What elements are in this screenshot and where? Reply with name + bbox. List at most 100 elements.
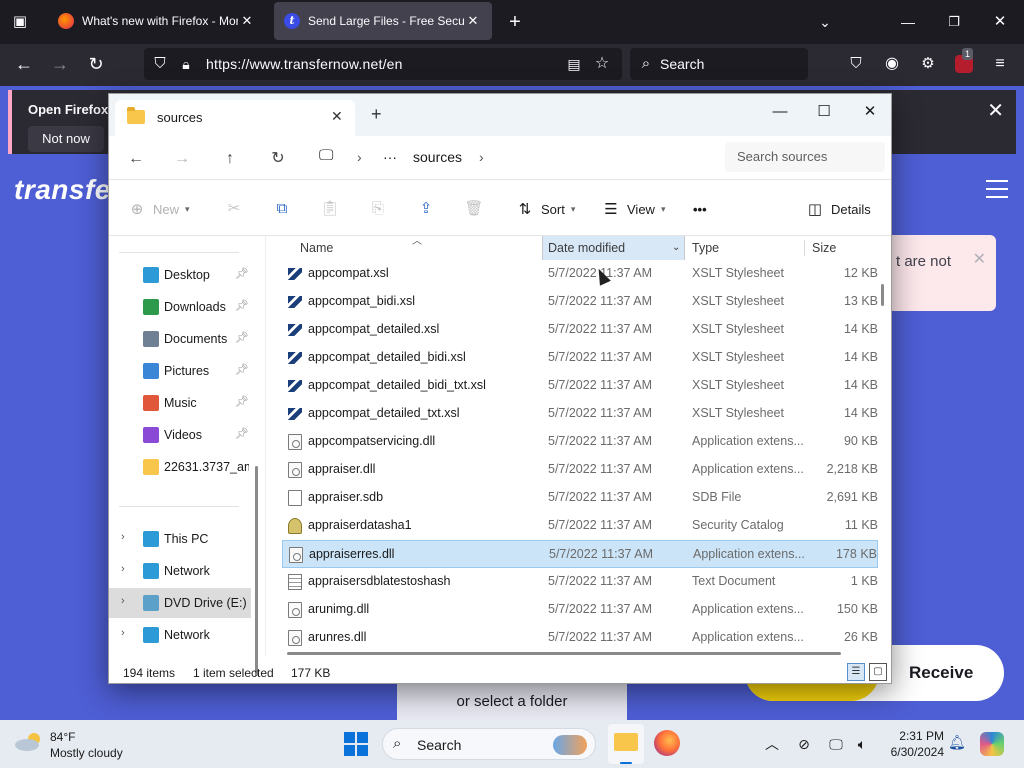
nav-item-document[interactable]: Documents 📌︎: [109, 324, 251, 354]
nav-item-video[interactable]: Videos 📌︎: [109, 420, 251, 450]
view-button[interactable]: ☰ View ▾: [601, 198, 665, 220]
up-arrow-icon[interactable]: ↑: [219, 148, 241, 170]
file-row[interactable]: appcompat.xsl 5/7/2022 11:37 AM XSLT Style…: [282, 260, 878, 288]
shield-icon[interactable]: ⛉: [148, 52, 172, 76]
share-icon[interactable]: ⇪: [415, 198, 437, 220]
notification-bell-icon[interactable]: 🔔︎: [948, 734, 966, 751]
show-hidden-icons-chevron-icon[interactable]: ︿: [762, 734, 782, 754]
receive-toggle-option[interactable]: Receive: [909, 663, 973, 683]
details-pane-button[interactable]: ◫ Details: [805, 198, 871, 220]
column-header-size[interactable]: Size: [812, 241, 836, 255]
forward-arrow-icon[interactable]: →: [171, 148, 193, 170]
explorer-maximize-button[interactable]: ☐: [809, 100, 839, 124]
delete-icon[interactable]: 🗑︎: [463, 198, 485, 220]
explorer-minimize-button[interactable]: —: [765, 100, 795, 124]
new-button[interactable]: ⊕ New ▾: [127, 198, 190, 220]
close-tab-icon[interactable]: ✕: [238, 13, 256, 29]
breadcrumb-chevron-icon[interactable]: ›: [479, 149, 484, 165]
account-icon[interactable]: ◉: [880, 52, 904, 76]
forward-arrow-icon[interactable]: →: [48, 52, 72, 76]
this-pc-icon[interactable]: 🖵︎: [319, 147, 333, 164]
nav-item-music[interactable]: Music 📌︎: [109, 388, 251, 418]
expand-chevron-icon[interactable]: ›: [121, 563, 125, 575]
volume-icon[interactable]: 🔈︎: [852, 734, 872, 754]
back-arrow-icon[interactable]: ←: [12, 52, 36, 76]
close-explorer-tab-icon[interactable]: ✕: [331, 108, 343, 125]
weather-widget[interactable]: 84°F Mostly cloudy: [14, 728, 154, 762]
see-more-button[interactable]: •••: [693, 198, 707, 220]
pin-icon[interactable]: 📌︎: [235, 427, 249, 440]
pin-icon[interactable]: 📌︎: [235, 299, 249, 312]
column-header-name[interactable]: Name: [300, 241, 333, 255]
taskbar-firefox-icon[interactable]: [654, 730, 680, 756]
sort-button[interactable]: ⇅ Sort ▾: [515, 198, 576, 220]
transfernow-logo[interactable]: transfe: [14, 174, 111, 206]
not-now-button[interactable]: Not now: [28, 126, 104, 152]
file-row[interactable]: appcompat_detailed_txt.xsl 5/7/2022 11:37…: [282, 400, 878, 428]
ublock-icon[interactable]: 1: [952, 48, 976, 76]
refresh-icon[interactable]: ↻: [267, 148, 289, 170]
system-clock[interactable]: 2:31 PM 6/30/2024: [878, 728, 944, 760]
taskbar-search[interactable]: ⌕ Search: [382, 728, 596, 760]
file-row[interactable]: appraiser.dll 5/7/2022 11:37 AM Applicatio…: [282, 456, 878, 484]
reader-view-icon[interactable]: ▤: [562, 52, 586, 76]
lock-icon[interactable]: 🔒︎: [174, 52, 198, 76]
column-header-date[interactable]: Date modified: [548, 241, 625, 255]
close-alert-icon[interactable]: ✕: [973, 249, 986, 269]
column-header-type[interactable]: Type: [692, 241, 719, 255]
browser-tab-firefox-news[interactable]: What's new with Firefox - More ✕: [48, 2, 266, 40]
file-row[interactable]: appraiser.sdb 5/7/2022 11:37 AM SDB File 2,…: [282, 484, 878, 512]
pin-icon[interactable]: 📌︎: [235, 267, 249, 280]
taskbar-file-explorer[interactable]: [608, 724, 644, 764]
column-filter-chevron-icon[interactable]: ⌄: [672, 242, 680, 253]
restore-button[interactable]: ❐: [942, 10, 966, 34]
file-list-scrollbar[interactable]: [881, 284, 884, 306]
expand-chevron-icon[interactable]: ›: [121, 627, 125, 639]
minimize-button[interactable]: —: [896, 10, 920, 34]
rename-icon[interactable]: ⎘: [367, 198, 389, 220]
file-row[interactable]: appraiserdatasha1 5/7/2022 11:37 AM Securi…: [282, 512, 878, 540]
explorer-search-input[interactable]: Search sources: [725, 142, 885, 172]
breadcrumb-chevron-icon[interactable]: ›: [357, 149, 362, 165]
extensions-icon[interactable]: ⚙: [916, 52, 940, 76]
close-window-button[interactable]: ✕: [988, 10, 1012, 34]
select-folder-button[interactable]: or select a folder: [397, 684, 627, 720]
file-row[interactable]: appraiserres.dll 5/7/2022 11:37 AM Applica…: [282, 540, 878, 568]
tiles-view-icon[interactable]: ▢: [869, 663, 887, 681]
close-notification-icon[interactable]: ✕: [987, 98, 1004, 123]
breadcrumb[interactable]: 🖵︎ › ··· sources ›: [319, 142, 719, 172]
column-divider[interactable]: [804, 240, 805, 256]
nav-tree-dvd[interactable]: › DVD Drive (E:) C: [109, 588, 251, 618]
nav-item-desktop[interactable]: Desktop 📌︎: [109, 260, 251, 290]
details-view-icon[interactable]: ☰: [847, 663, 865, 681]
nav-tree-pc[interactable]: › This PC: [109, 524, 251, 554]
pocket-icon[interactable]: ⛉: [844, 52, 868, 76]
nav-item-download[interactable]: Downloads 📌︎: [109, 292, 251, 322]
expand-chevron-icon[interactable]: ›: [121, 531, 125, 543]
back-arrow-icon[interactable]: ←: [125, 148, 147, 170]
pin-icon[interactable]: 📌︎: [235, 395, 249, 408]
site-menu-icon[interactable]: [986, 180, 1008, 200]
nav-item-picture[interactable]: Pictures 📌︎: [109, 356, 251, 386]
file-row[interactable]: arunres.dll 5/7/2022 11:37 AM Application …: [282, 624, 878, 652]
list-all-tabs-chevron-icon[interactable]: ⌄: [813, 10, 837, 34]
browser-tab-transfernow[interactable]: t Send Large Files - Free Secure F ✕: [274, 2, 492, 40]
file-row[interactable]: appraisersdblatestoshash 5/7/2022 11:37 A…: [282, 568, 878, 596]
url-text[interactable]: https://www.transfernow.net/en: [206, 56, 403, 72]
expand-chevron-icon[interactable]: ›: [121, 595, 125, 607]
reload-icon[interactable]: ↻: [84, 52, 108, 76]
breadcrumb-ellipsis[interactable]: ···: [383, 149, 397, 165]
url-bar[interactable]: ⛉ 🔒︎ https://www.transfernow.net/en ▤ ☆: [144, 48, 622, 80]
breadcrumb-current[interactable]: sources: [413, 149, 462, 165]
nav-scrollbar[interactable]: [255, 466, 258, 676]
explorer-new-tab-button[interactable]: +: [371, 104, 382, 125]
explorer-tab-sources[interactable]: sources ✕: [115, 100, 355, 136]
cut-icon[interactable]: ✂: [223, 198, 245, 220]
file-row[interactable]: appcompat_detailed.xsl 5/7/2022 11:37 AM X…: [282, 316, 878, 344]
copy-icon[interactable]: ⧉: [271, 198, 293, 220]
nav-item-folder[interactable]: 22631.3737_amc: [109, 452, 251, 482]
network-disconnected-icon[interactable]: ⊘: [794, 734, 814, 754]
tab-list-icon[interactable]: ▣: [8, 10, 32, 34]
file-list-horizontal-scrollbar[interactable]: [287, 652, 841, 655]
file-row[interactable]: appcompatservicing.dll 5/7/2022 11:37 AM A…: [282, 428, 878, 456]
